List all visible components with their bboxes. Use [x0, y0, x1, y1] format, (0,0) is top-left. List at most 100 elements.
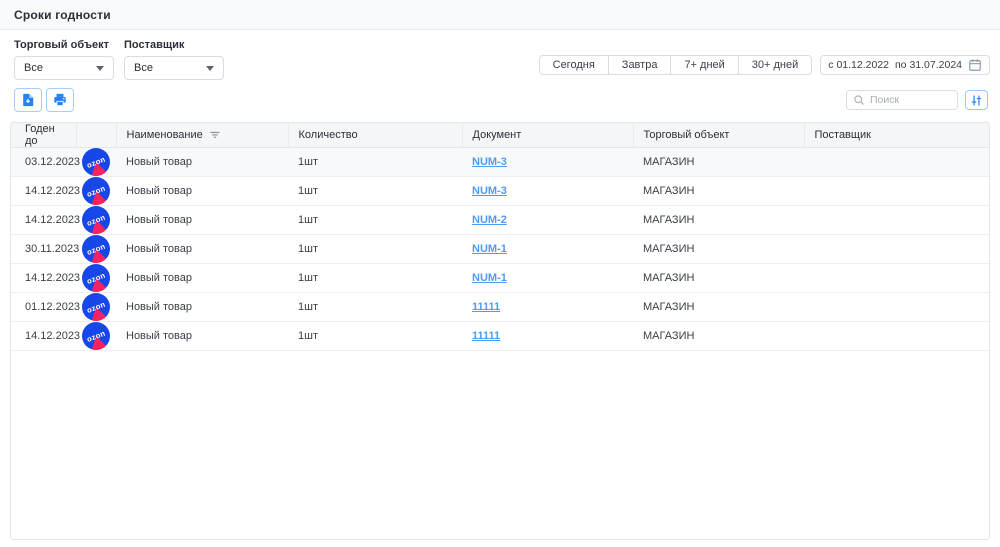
document-link[interactable]: NUM-1 [472, 272, 507, 284]
product-name: Новый товар [126, 330, 192, 342]
col-product-name[interactable]: Наименование [116, 123, 288, 148]
quick-range-today-button[interactable]: Сегодня [539, 55, 609, 75]
supplier-filter-value: Все [134, 62, 153, 74]
expiry-date-cell: 01.12.2023 [11, 293, 76, 322]
col-supplier[interactable]: Поставщик [804, 123, 989, 148]
supplier-cell [804, 264, 989, 293]
quick-range-30days-button[interactable]: 30+ дней [739, 55, 812, 75]
quantity-cell: 1шт [288, 322, 462, 351]
quantity: 1шт [298, 330, 318, 342]
store-name: МАГАЗИН [643, 185, 694, 197]
document-link[interactable]: NUM-1 [472, 243, 507, 255]
product-name-cell: Новый товар [116, 235, 288, 264]
expiry-date-cell: 14.12.2023 [11, 322, 76, 351]
store-filter-group: Торговый объект Все [14, 39, 114, 80]
filters-toolbar: Торговый объект Все Поставщик Все Сегодн… [0, 30, 1000, 80]
product-name-cell: Новый товар [116, 293, 288, 322]
product-name: Новый товар [126, 272, 192, 284]
quick-range-tomorrow-button[interactable]: Завтра [609, 55, 672, 75]
file-export-icon [21, 93, 35, 107]
document-cell: NUM-3 [462, 148, 633, 177]
actions-toolbar [0, 80, 1000, 112]
store-filter-select[interactable]: Все [14, 56, 114, 80]
table-row[interactable]: 03.12.2023 ozon Новый товар 1шт NUM-3 МА… [11, 148, 989, 177]
table-row[interactable]: 14.12.2023 ozon Новый товар 1шт 11111 МА… [11, 322, 989, 351]
column-settings-button[interactable] [965, 90, 988, 110]
export-file-button[interactable] [14, 88, 42, 112]
table-row[interactable]: 14.12.2023 ozon Новый товар 1шт NUM-1 МА… [11, 264, 989, 293]
store-filter-value: Все [24, 62, 43, 74]
table-row[interactable]: 01.12.2023 ozon Новый товар 1шт 11111 МА… [11, 293, 989, 322]
product-image-cell: ozon [76, 177, 116, 206]
date-range-from: с 01.12.2022 [828, 59, 889, 71]
store-name: МАГАЗИН [643, 214, 694, 226]
col-quantity[interactable]: Количество [288, 123, 462, 148]
search-input[interactable] [870, 94, 950, 106]
ozon-logo-icon: ozon [76, 206, 116, 234]
supplier-cell [804, 322, 989, 351]
quantity-cell: 1шт [288, 235, 462, 264]
document-link[interactable]: 11111 [472, 330, 500, 342]
filter-list-icon[interactable] [209, 129, 221, 141]
quantity: 1шт [298, 301, 318, 313]
product-name: Новый товар [126, 301, 192, 313]
expiry-date-cell: 14.12.2023 [11, 206, 76, 235]
expiry-date: 14.12.2023 [25, 214, 80, 226]
product-image-cell: ozon [76, 293, 116, 322]
document-link[interactable]: NUM-2 [472, 214, 507, 226]
table-row[interactable]: 14.12.2023 ozon Новый товар 1шт NUM-2 МА… [11, 206, 989, 235]
search-box [846, 90, 958, 110]
product-name: Новый товар [126, 243, 192, 255]
table-header: Годен до Наименование Количество Докумен… [11, 123, 989, 148]
product-image-cell: ozon [76, 206, 116, 235]
supplier-filter-select[interactable]: Все [124, 56, 224, 80]
supplier-cell [804, 177, 989, 206]
store-cell: МАГАЗИН [633, 235, 804, 264]
sliders-icon [970, 94, 983, 107]
supplier-cell [804, 293, 989, 322]
product-name-cell: Новый товар [116, 206, 288, 235]
supplier-cell [804, 148, 989, 177]
product-image-cell: ozon [76, 235, 116, 264]
col-document[interactable]: Документ [462, 123, 633, 148]
date-range-picker[interactable]: с 01.12.2022 по 31.07.2024 [820, 55, 990, 75]
search-icon [853, 94, 865, 106]
product-image-cell: ozon [76, 264, 116, 293]
product-image-cell: ozon [76, 148, 116, 177]
expiry-date-cell: 14.12.2023 [11, 264, 76, 293]
document-cell: NUM-3 [462, 177, 633, 206]
print-button[interactable] [46, 88, 74, 112]
store-cell: МАГАЗИН [633, 148, 804, 177]
table-row[interactable]: 30.11.2023 ozon Новый товар 1шт NUM-1 МА… [11, 235, 989, 264]
ozon-logo-icon: ozon [76, 264, 116, 292]
product-name-cell: Новый товар [116, 322, 288, 351]
document-cell: 11111 [462, 322, 633, 351]
ozon-logo-icon: ozon [76, 235, 116, 263]
document-cell: NUM-1 [462, 264, 633, 293]
export-print-buttons [14, 88, 74, 112]
document-link[interactable]: 11111 [472, 301, 500, 313]
chevron-down-icon [206, 66, 214, 71]
col-expiry-date[interactable]: Годен до [11, 123, 76, 148]
col-store[interactable]: Торговый объект [633, 123, 804, 148]
expiry-date-cell: 14.12.2023 [11, 177, 76, 206]
table-body: 03.12.2023 ozon Новый товар 1шт NUM-3 МА… [11, 148, 989, 351]
expiry-date: 30.11.2023 [25, 243, 79, 255]
ozon-logo-icon: ozon [76, 148, 116, 176]
quick-range-7days-button[interactable]: 7+ дней [671, 55, 738, 75]
store-cell: МАГАЗИН [633, 177, 804, 206]
document-link[interactable]: NUM-3 [472, 156, 507, 168]
product-name: Новый товар [126, 185, 192, 197]
ozon-logo-icon: ozon [76, 322, 116, 350]
page-title: Сроки годности [14, 8, 111, 22]
quick-range-button-group: Сегодня Завтра 7+ дней 30+ дней [539, 55, 813, 75]
quantity: 1шт [298, 272, 318, 284]
table-row[interactable]: 14.12.2023 ozon Новый товар 1шт NUM-3 МА… [11, 177, 989, 206]
store-name: МАГАЗИН [643, 330, 694, 342]
filter-controls: Торговый объект Все Поставщик Все [14, 39, 224, 80]
document-cell: NUM-2 [462, 206, 633, 235]
ozon-logo-icon: ozon [76, 293, 116, 321]
document-link[interactable]: NUM-3 [472, 185, 507, 197]
store-cell: МАГАЗИН [633, 322, 804, 351]
quantity-cell: 1шт [288, 206, 462, 235]
